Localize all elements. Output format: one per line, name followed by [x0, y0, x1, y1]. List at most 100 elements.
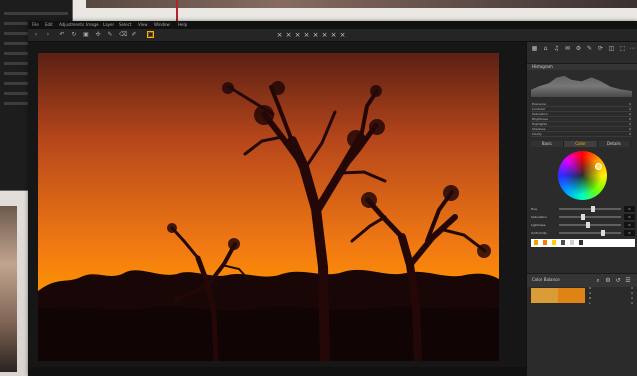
portrait-photo — [0, 206, 17, 372]
arrow-right-icon[interactable]: › — [45, 32, 51, 38]
image-viewer[interactable] — [28, 42, 526, 367]
menu-window[interactable]: Window — [154, 22, 170, 27]
mini-value-g: 0 — [631, 291, 633, 295]
sunset-photo-svg — [38, 53, 499, 361]
menu-view[interactable]: View — [138, 22, 148, 27]
panel-icon-8[interactable]: ⬚ — [619, 45, 626, 52]
color-wheel[interactable] — [558, 151, 607, 200]
brightness-label: Brightness — [532, 117, 548, 121]
viewer-control-icon[interactable]: × — [285, 32, 292, 39]
viewer-control-icon[interactable]: × — [303, 32, 310, 39]
tab-basic[interactable]: Basic — [531, 141, 565, 147]
hue-slider-label: Hue — [531, 207, 538, 211]
panel-icon-6[interactable]: ⟳ — [597, 45, 604, 52]
highlights-value: 0 — [629, 122, 631, 126]
panel-icon-5[interactable]: ✎ — [586, 45, 593, 52]
brightness-value: 0 — [629, 117, 631, 121]
menu-bar: File Edit Adjustments Image Layer Select… — [28, 21, 637, 29]
reset-icon[interactable]: ↺ — [615, 278, 621, 284]
panel-icon-0[interactable]: ▦ — [531, 45, 538, 52]
color-balance-title: Color Balance — [532, 277, 560, 282]
mini-value-l: 0 — [631, 301, 633, 305]
mini-value-r: 0 — [631, 286, 633, 290]
panel-icon-9[interactable]: ⋯ — [629, 45, 636, 52]
viewer-control-group: × × × × × × × × — [276, 32, 346, 40]
menu-select[interactable]: Select — [119, 22, 131, 27]
top-toolbar: ‹ › ↶ ↻ ▣ ✣ ✎ ⌫ ✐ ▢ × × × × × × × × — [28, 29, 637, 42]
tab-details[interactable]: Details — [597, 141, 631, 147]
panel-icon-4[interactable]: ⚙ — [575, 45, 582, 52]
contrast-value: 0 — [629, 107, 631, 111]
viewer-control-icon[interactable]: × — [330, 32, 337, 39]
viewer-control-icon[interactable]: × — [312, 32, 319, 39]
menu-file[interactable]: File — [32, 22, 39, 27]
panel-icon-2[interactable]: ♫ — [553, 45, 560, 52]
eraser-icon[interactable]: ⌫ — [119, 32, 127, 38]
lightness-slider-label: Lightness — [531, 223, 546, 227]
pen-icon[interactable]: ✐ — [131, 32, 137, 38]
box-icon[interactable]: ▢ — [147, 31, 154, 38]
viewer-control-icon[interactable]: × — [294, 32, 301, 39]
lightness-slider-track[interactable] — [559, 222, 621, 228]
viewer-control-icon[interactable]: × — [321, 32, 328, 39]
hue-slider-track[interactable] — [559, 206, 621, 212]
histogram-title: Histogram — [532, 64, 553, 69]
menu-help[interactable]: Help — [178, 22, 187, 27]
swatch-4[interactable] — [570, 240, 574, 245]
heal-icon[interactable]: ✣ — [95, 32, 101, 38]
clarity-row: Clarity 0 — [531, 132, 632, 137]
saturation-slider-label: Saturation — [531, 215, 547, 219]
viewer-control-icon[interactable]: × — [339, 32, 346, 39]
mini-value-b: 0 — [631, 296, 633, 300]
mini-row-r: R0 — [589, 286, 633, 290]
eyedropper-icon[interactable]: ⌕ — [595, 278, 601, 284]
undo-icon[interactable]: ↶ — [59, 32, 65, 38]
saturation-slider-value[interactable]: 0 — [624, 214, 635, 220]
settings-icon[interactable]: ⚙ — [605, 278, 611, 284]
mini-readouts: R0 G 0 B0 L0 — [589, 286, 633, 306]
color-wheel-handle[interactable] — [595, 163, 602, 170]
brush-icon[interactable]: ✎ — [107, 32, 113, 38]
shadows-label: Shadows — [532, 127, 546, 131]
crop-icon[interactable]: ▣ — [83, 32, 89, 38]
before-swatch — [531, 288, 558, 303]
panel-icon-1[interactable]: ⌂ — [542, 45, 549, 52]
rotate-icon[interactable]: ↻ — [71, 32, 77, 38]
menu-layer[interactable]: Layer — [103, 22, 114, 27]
mini-label-g: G — [589, 291, 592, 295]
panel-icon-7[interactable]: ◫ — [608, 45, 615, 52]
tab-color[interactable]: Color — [564, 141, 598, 147]
menu-edit[interactable]: Edit — [45, 22, 53, 27]
top-photo-strip — [86, 0, 637, 8]
menu-image[interactable]: Image — [86, 22, 99, 27]
swatch-1[interactable] — [543, 240, 547, 245]
swatch-5[interactable] — [579, 240, 583, 245]
saturation-label: Saturation — [532, 112, 548, 116]
panel-icon-3[interactable]: ✉ — [564, 45, 571, 52]
arrow-left-icon[interactable]: ‹ — [33, 32, 39, 38]
hue-slider-knob[interactable] — [591, 206, 595, 212]
uniformity-slider-track[interactable] — [559, 230, 621, 236]
hue-slider-value[interactable]: 0 — [624, 206, 635, 212]
swatch-2[interactable] — [552, 240, 556, 245]
swatch-3[interactable] — [561, 240, 565, 245]
saturation-slider-track[interactable] — [559, 214, 621, 220]
swatch-0[interactable] — [534, 240, 538, 245]
histogram — [531, 75, 632, 97]
menu-icon[interactable]: ☰ — [625, 278, 631, 284]
saturation-slider-knob[interactable] — [581, 214, 585, 220]
viewer-control-icon[interactable]: × — [276, 32, 283, 39]
uniformity-slider-value[interactable]: 0 — [624, 230, 635, 236]
contrast-label: Contrast — [532, 107, 545, 111]
menu-adjustments[interactable]: Adjustments — [59, 22, 84, 27]
highlights-label: Highlights — [532, 122, 548, 126]
lightness-slider-knob[interactable] — [586, 222, 590, 228]
mini-row-b: B0 — [589, 296, 633, 300]
mini-row-l: L0 — [589, 301, 633, 305]
background-window-row — [4, 12, 68, 15]
uniformity-slider-knob[interactable] — [601, 230, 605, 236]
uniformity-slider-label: Uniformity — [531, 231, 547, 235]
sunset-photo[interactable] — [38, 53, 499, 361]
lightness-slider-value[interactable]: 0 — [624, 222, 635, 228]
histogram-header: Histogram — [527, 63, 637, 70]
